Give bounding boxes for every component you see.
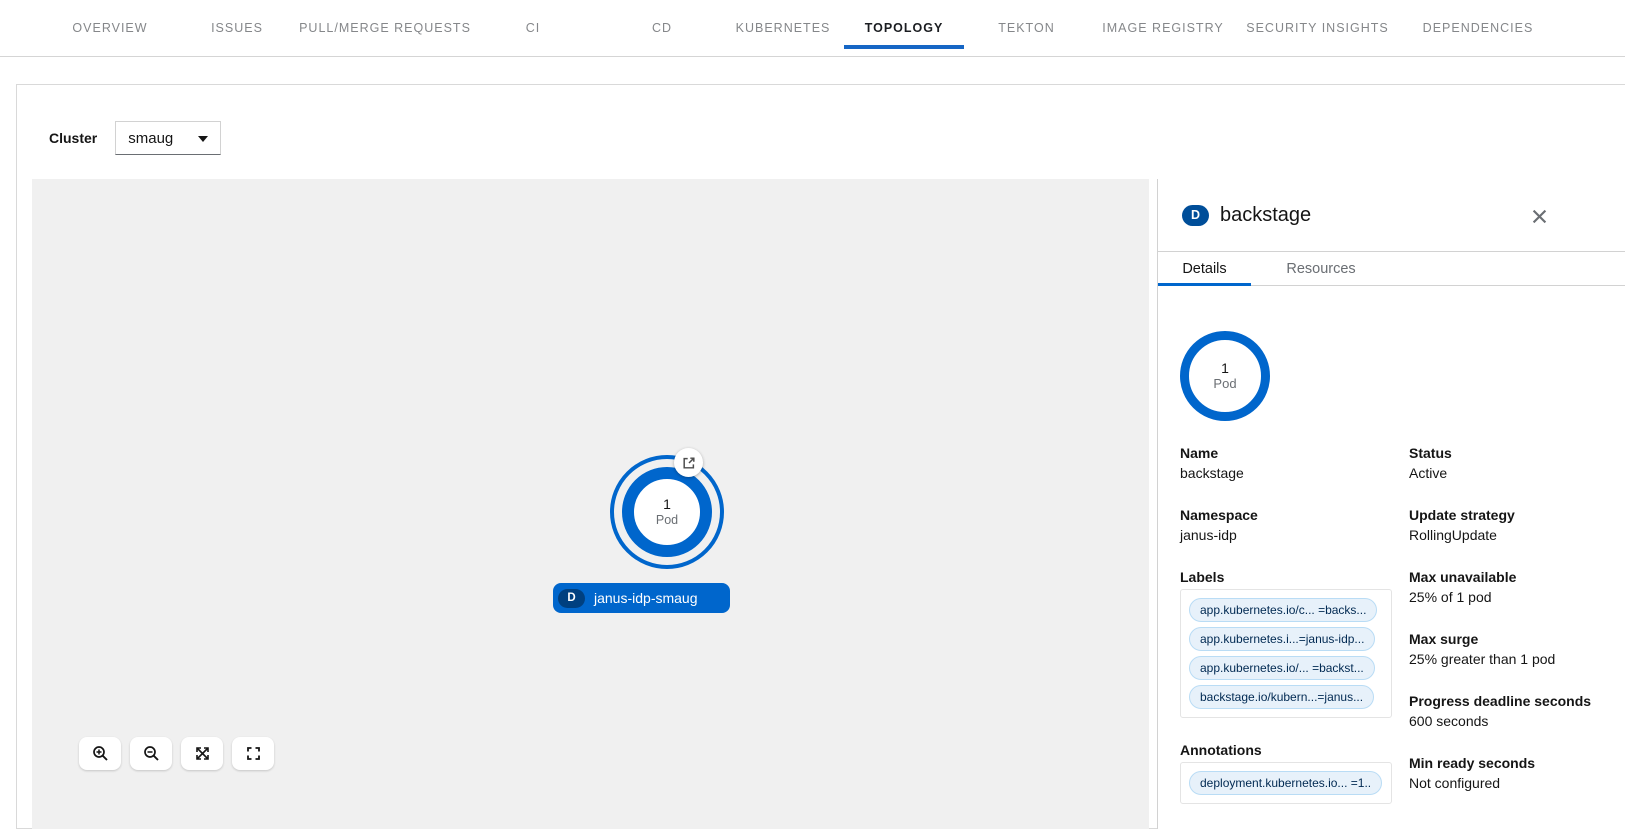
fit-to-screen-icon [194,745,211,762]
active-panel-tab-indicator [1158,283,1251,286]
field-progress-deadline: Progress deadline seconds 600 seconds [1409,691,1619,731]
tab-pull-merge-requests[interactable]: PULL/MERGE REQUESTS [306,0,464,56]
field-annotations: Annotations deployment.kubernetes.io... … [1180,740,1409,804]
cluster-toolbar: Cluster smaug [49,121,221,155]
panel-tab-resources[interactable]: Resources [1251,252,1391,285]
open-url-decorator[interactable] [674,448,703,477]
details-grid: Name backstage Namespace janus-idp Label… [1180,443,1625,826]
panel-tab-details[interactable]: Details [1158,252,1251,285]
tab-ci[interactable]: CI [464,0,602,56]
fit-to-screen-button[interactable] [181,737,223,770]
tab-cd[interactable]: CD [602,0,722,56]
caret-down-icon [198,136,208,142]
zoom-in-button[interactable] [79,737,121,770]
zoom-in-icon [92,745,109,762]
side-panel-body: 1 Pod Name backstage Namespace janus-idp… [1158,287,1625,829]
panel-title: backstage [1220,204,1311,227]
close-panel-button[interactable] [1528,205,1550,227]
deployment-badge: D [1182,205,1209,226]
zoom-controls [79,737,274,770]
labels-chip-group: app.kubernetes.io/c... =backs... app.kub… [1180,589,1392,718]
tab-overview[interactable]: OVERVIEW [52,0,168,56]
field-min-ready-seconds: Min ready seconds Not configured [1409,753,1619,793]
field-status: Status Active [1409,443,1619,483]
deployment-badge: D [558,589,585,608]
cluster-label: Cluster [49,130,97,146]
field-update-strategy: Update strategy RollingUpdate [1409,505,1619,545]
side-panel-header: D backstage [1158,179,1625,251]
field-labels: Labels app.kubernetes.io/c... =backs... … [1180,567,1409,718]
field-max-unavailable: Max unavailable 25% of 1 pod [1409,567,1619,607]
zoom-out-button[interactable] [130,737,172,770]
field-namespace: Namespace janus-idp [1180,505,1409,545]
fullscreen-button[interactable] [232,737,274,770]
tab-issues[interactable]: ISSUES [168,0,306,56]
details-column-left: Name backstage Namespace janus-idp Label… [1180,443,1409,826]
label-chip[interactable]: app.kubernetes.io/c... =backs... [1189,598,1377,622]
panel-pod-count: 1 [1221,360,1229,376]
topology-card: Cluster smaug 1 Pod D janus-idp-smaug [16,84,1625,829]
cluster-select[interactable]: smaug [115,121,221,155]
tab-tekton[interactable]: TEKTON [964,0,1089,56]
cluster-select-value: smaug [128,130,173,147]
label-chip[interactable]: app.kubernetes.i...=janus-idp... [1189,627,1375,651]
pod-count: 1 [663,496,671,513]
side-panel-tabs: Details Resources [1158,251,1625,286]
entity-tab-bar: OVERVIEW ISSUES PULL/MERGE REQUESTS CI C… [0,0,1625,57]
external-link-icon [682,456,696,470]
pod-donut: 1 Pod [622,467,712,557]
fullscreen-icon [245,745,262,762]
node-label[interactable]: D janus-idp-smaug [553,583,730,613]
label-chip[interactable]: app.kubernetes.io/... =backst... [1189,656,1375,680]
topology-canvas[interactable]: 1 Pod D janus-idp-smaug [32,179,1149,829]
tab-kubernetes[interactable]: KUBERNETES [722,0,844,56]
active-tab-indicator [844,45,964,49]
panel-pod-unit: Pod [1213,376,1236,392]
close-icon [1532,209,1547,224]
tab-security-insights[interactable]: SECURITY INSIGHTS [1237,0,1398,56]
node-label-text: janus-idp-smaug [594,590,698,606]
pod-unit: Pod [656,513,678,528]
annotation-chip[interactable]: deployment.kubernetes.io... =1.. [1189,771,1382,795]
field-max-surge: Max surge 25% greater than 1 pod [1409,629,1619,669]
topology-side-panel: D backstage Details Resources 1 Pod [1157,179,1625,829]
annotations-chip-group: deployment.kubernetes.io... =1.. [1180,762,1392,804]
zoom-out-icon [143,745,160,762]
field-name: Name backstage [1180,443,1409,483]
label-chip[interactable]: backstage.io/kubern...=janus... [1189,685,1374,709]
tab-topology[interactable]: TOPOLOGY [844,0,964,56]
deployment-node[interactable]: 1 Pod [610,455,724,569]
panel-pod-donut: 1 Pod [1180,331,1270,421]
tab-dependencies[interactable]: DEPENDENCIES [1398,0,1558,56]
tab-image-registry[interactable]: IMAGE REGISTRY [1089,0,1237,56]
details-column-right: Status Active Update strategy RollingUpd… [1409,443,1619,826]
